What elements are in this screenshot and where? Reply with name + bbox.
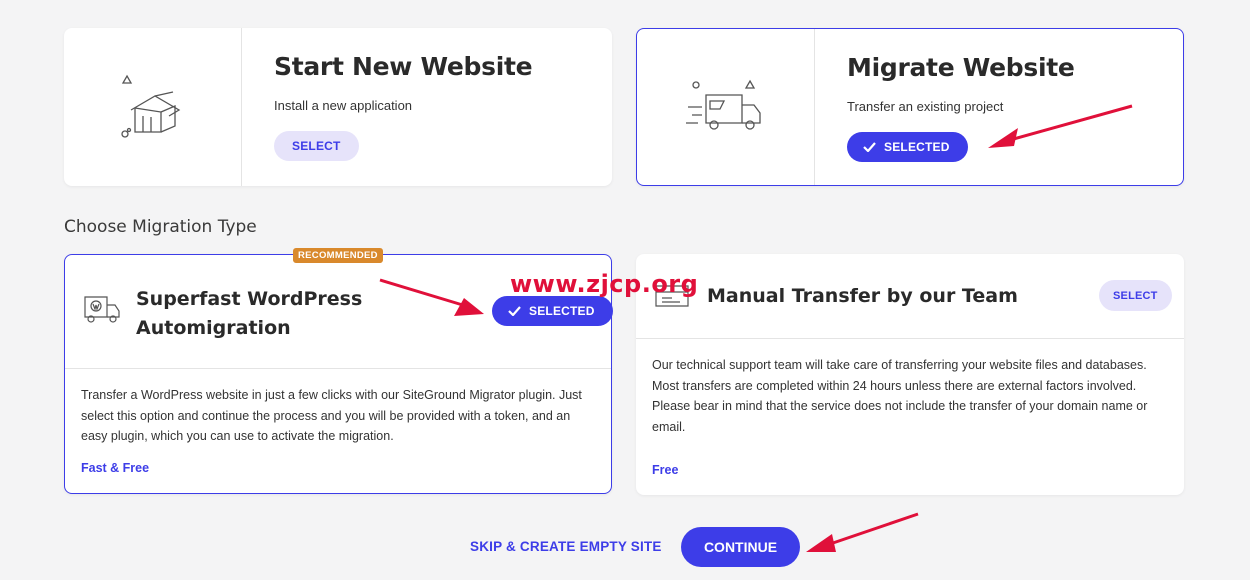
manual-transfer-description: Our technical support team will take car… (652, 358, 1148, 434)
watermark-text: www.zjcp.org (510, 270, 699, 298)
skip-create-empty-site-link[interactable]: SKIP & CREATE EMPTY SITE (470, 539, 662, 554)
migrate-selected-label: SELECTED (884, 140, 950, 154)
manual-transfer-select-button[interactable]: SELECT (1099, 280, 1172, 311)
manual-transfer-price: Free (652, 463, 679, 477)
start-select-button[interactable]: SELECT (274, 131, 359, 161)
migrate-title: Migrate Website (847, 53, 1075, 82)
automigration-description: Transfer a WordPress website in just a f… (81, 388, 582, 443)
automigration-title: Superfast WordPress Automigration (136, 288, 363, 339)
check-icon (508, 306, 521, 316)
house-icon (120, 74, 180, 138)
section-title: Choose Migration Type (64, 217, 257, 237)
migrate-icon-column (637, 29, 815, 185)
start-icon-column (64, 28, 242, 186)
automigration-price: Fast & Free (81, 461, 150, 475)
migrate-subtitle: Transfer an existing project (847, 99, 1004, 114)
automigration-selected-label: SELECTED (529, 304, 595, 318)
migrate-selected-button[interactable]: SELECTED (847, 132, 968, 162)
check-icon (863, 142, 876, 152)
manual-transfer-title: Manual Transfer by our Team (707, 285, 1018, 307)
manual-transfer-card[interactable]: Manual Transfer by our Team SELECT Our t… (636, 254, 1184, 495)
manual-transfer-header: Manual Transfer by our Team SELECT (636, 254, 1184, 339)
wordpress-truck-icon (84, 296, 120, 323)
migrate-website-card[interactable]: Migrate Website Transfer an existing pro… (636, 28, 1184, 186)
automigration-selected-button[interactable]: SELECTED (492, 296, 613, 326)
continue-button[interactable]: CONTINUE (681, 527, 800, 567)
start-title: Start New Website (274, 52, 533, 81)
start-new-website-card[interactable]: Start New Website Install a new applicat… (64, 28, 612, 186)
moving-truck-icon (685, 79, 761, 130)
start-subtitle: Install a new application (274, 98, 413, 113)
footer-actions: SKIP & CREATE EMPTY SITE CONTINUE (0, 527, 1250, 567)
